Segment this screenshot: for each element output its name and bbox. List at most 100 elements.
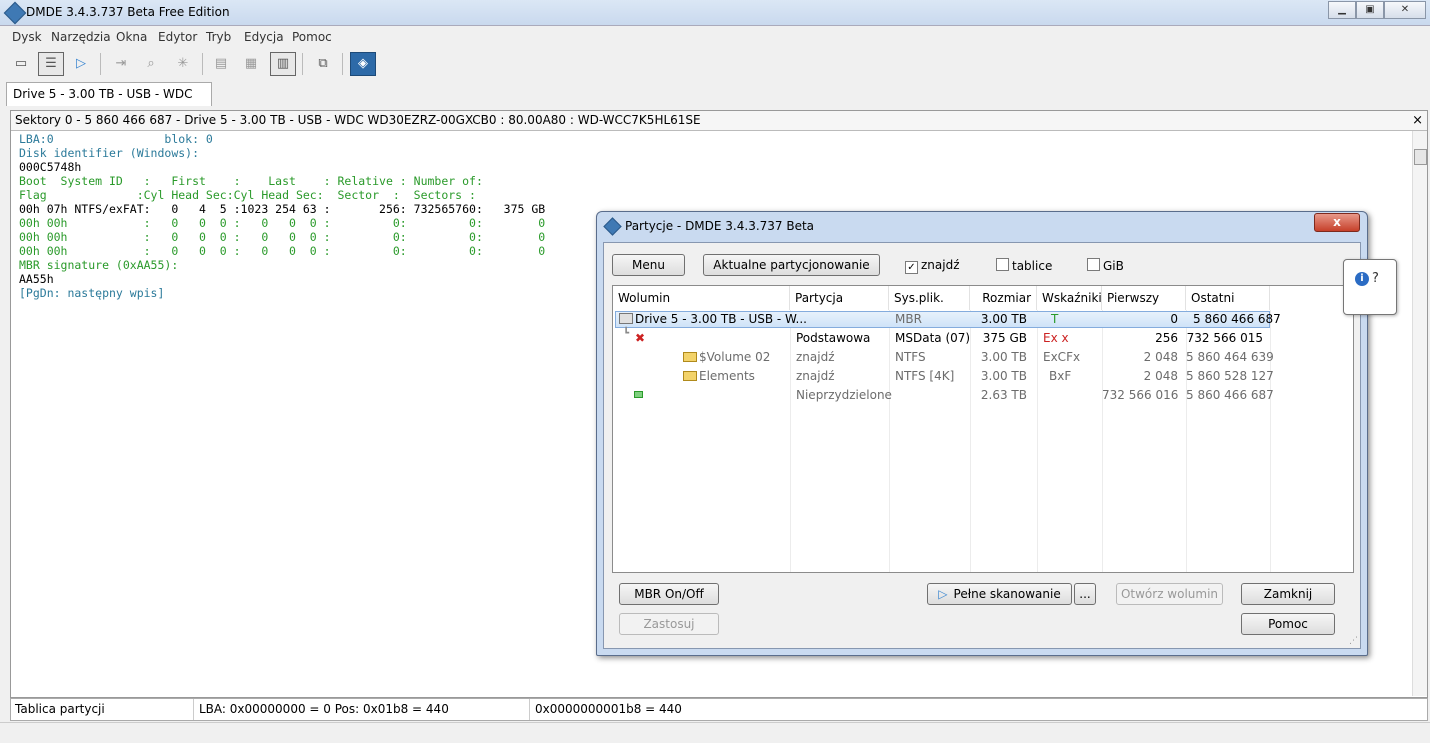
sector-line: Disk identifier (Windows): — [19, 146, 200, 160]
menu-okna[interactable]: Okna — [116, 30, 147, 44]
row2-fs: NTFS — [895, 350, 926, 364]
row3-size: 3.00 TB — [980, 369, 1027, 383]
dialog-logo-icon — [603, 217, 622, 236]
restore-button[interactable]: ▣ — [1356, 1, 1384, 19]
sector-line: AA55h — [19, 272, 54, 286]
hex-view-icon[interactable]: ▥ — [270, 52, 296, 76]
row1-first: 256 — [1155, 331, 1178, 345]
title-bar: DMDE 3.4.3.737 Beta Free Edition ▁ ▣ ✕ — [0, 0, 1430, 26]
find-checkbox-box[interactable]: ✓ — [905, 261, 918, 274]
menu-narzedzia[interactable]: Narzędzia — [51, 30, 111, 44]
help-button[interactable]: Pomoc — [1241, 613, 1335, 635]
resize-grip-icon[interactable]: ⋰ — [1349, 636, 1358, 646]
row0-last: 5 860 466 687 — [1193, 312, 1281, 326]
col-header-volume[interactable]: Wolumin — [613, 286, 790, 310]
row3-first: 2 048 — [1143, 369, 1178, 383]
play-icon[interactable]: ▷ — [68, 52, 94, 76]
row2-last: 5 860 464 639 — [1186, 350, 1274, 364]
col-header-flags[interactable]: Wskaźniki — [1037, 286, 1102, 310]
panel-close-icon[interactable]: × — [1412, 111, 1423, 130]
row1-last: 732 566 015 — [1186, 331, 1263, 345]
row2-first: 2 048 — [1143, 350, 1178, 364]
menu-button[interactable]: Menu — [612, 254, 685, 276]
row2-volume[interactable]: $Volume 02 — [699, 350, 770, 364]
row2-size: 3.00 TB — [980, 350, 1027, 364]
find-checkbox[interactable]: ✓ znajdź — [905, 258, 960, 274]
menu-pomoc[interactable]: Pomoc — [292, 30, 332, 44]
partition-error-icon: ✖ — [635, 331, 646, 345]
partitions-dialog: Partycje - DMDE 3.4.3.737 Beta x Menu Ak… — [596, 211, 1368, 656]
col-header-filesystem[interactable]: Sys.plik. — [889, 286, 970, 310]
partitions-table[interactable]: Wolumin Partycja Sys.plik. Rozmiar Wskaź… — [612, 285, 1354, 573]
tables-checkbox[interactable]: tablice — [996, 258, 1052, 273]
sector-line: MBR signature (0xAA55): — [19, 258, 179, 272]
close-dialog-button[interactable]: Zamknij — [1241, 583, 1335, 605]
sector-line: 000C5748h — [19, 160, 82, 174]
row4-first: 732 566 016 — [1102, 388, 1179, 402]
col-header-partition[interactable]: Partycja — [790, 286, 889, 310]
play-icon: ▷ — [938, 587, 948, 601]
window-title: DMDE 3.4.3.737 Beta Free Edition — [26, 5, 230, 19]
menu-edytor[interactable]: Edytor — [158, 30, 197, 44]
row3-volume[interactable]: Elements — [699, 369, 755, 383]
windows-icon[interactable]: ⧉ — [310, 52, 336, 76]
row3-partition: znajdź — [796, 369, 835, 383]
gib-checkbox-box[interactable] — [1087, 258, 1100, 271]
current-partitioning-button[interactable]: Aktualne partycjonowanie — [703, 254, 880, 276]
gib-checkbox[interactable]: GiB — [1087, 258, 1124, 273]
drive-icon[interactable]: ▭ — [8, 52, 34, 76]
row0-fs: MBR — [895, 312, 922, 326]
sector-line: LBA:0 blok: 0 — [19, 132, 213, 146]
dialog-title: Partycje - DMDE 3.4.3.737 Beta — [625, 219, 815, 233]
volume-folder-icon — [683, 352, 697, 362]
goto-icon[interactable]: ⇥ — [108, 52, 134, 76]
drive-row-icon — [619, 313, 633, 324]
row0-first: 0 — [1170, 312, 1178, 326]
status-section: Tablica partycji — [15, 702, 105, 716]
tab-drive5[interactable]: Drive 5 - 3.00 TB - USB - WDC WD3... — [6, 82, 212, 123]
menu-dysk[interactable]: Dysk — [12, 30, 42, 44]
scan-options-button[interactable]: ... — [1074, 583, 1096, 605]
menu-tryb[interactable]: Tryb — [206, 30, 231, 44]
col-header-size[interactable]: Rozmiar — [970, 286, 1037, 310]
vertical-scrollbar[interactable] — [1412, 131, 1427, 696]
bottom-strip — [0, 722, 1430, 743]
list-view-icon[interactable]: ▦ — [238, 52, 264, 76]
row3-fs: NTFS [4K] — [895, 369, 955, 383]
row1-size: 375 GB — [982, 331, 1027, 345]
search-icon[interactable]: ⌕ — [138, 52, 164, 76]
sector-line: Flag :Cyl Head Sec:Cyl Head Sec: Sector … — [19, 188, 476, 202]
close-button[interactable]: ✕ — [1384, 1, 1426, 19]
help-tooltip[interactable]: i ? — [1343, 259, 1397, 315]
row0-volume[interactable]: Drive 5 - 3.00 TB - USB - W... — [635, 312, 807, 326]
apply-button[interactable]: Zastosuj — [619, 613, 719, 635]
col-header-last-sector[interactable]: Ostatni sekt... — [1186, 286, 1270, 329]
tree-view-icon[interactable]: ▤ — [208, 52, 234, 76]
unallocated-icon — [634, 391, 643, 398]
row0-size: 3.00 TB — [980, 312, 1027, 326]
col-header-first-sector[interactable]: Pierwszy se... — [1102, 286, 1186, 329]
dialog-body: Menu Aktualne partycjonowanie ✓ znajdź ta… — [603, 242, 1361, 649]
tables-checkbox-box[interactable] — [996, 258, 1009, 271]
menu-edycja[interactable]: Edycja — [244, 30, 284, 44]
full-scan-button[interactable]: ▷ Pełne skanowanie — [927, 583, 1072, 605]
scrollbar-thumb[interactable] — [1414, 149, 1427, 165]
dmde-logo-icon[interactable]: ◈ — [350, 52, 376, 76]
minimize-button[interactable]: ▁ — [1328, 1, 1356, 19]
row4-size: 2.63 TB — [980, 388, 1027, 402]
open-volume-button[interactable]: Otwórz wolumin — [1116, 583, 1223, 605]
toolbar-separator — [302, 53, 303, 75]
row0-flags: T — [1051, 312, 1059, 326]
sparkle-icon[interactable]: ✳ — [170, 52, 196, 76]
partitions-icon[interactable]: ☰ — [38, 52, 64, 76]
row4-partition[interactable]: Nieprzydzielone — [796, 388, 892, 402]
dialog-close-button[interactable]: x — [1314, 213, 1360, 232]
row1-partition[interactable]: Podstawowa — [796, 331, 870, 345]
row4-last: 5 860 466 687 — [1186, 388, 1274, 402]
row2-flags: ExCFx — [1043, 350, 1081, 364]
mbr-onoff-button[interactable]: MBR On/Off — [619, 583, 719, 605]
row1-flags: Ex x — [1043, 331, 1069, 345]
row2-partition: znajdź — [796, 350, 835, 364]
sector-view[interactable]: LBA:0 blok: 0 Disk identifier (Windows):… — [19, 132, 545, 300]
question-mark: ? — [1372, 271, 1379, 286]
